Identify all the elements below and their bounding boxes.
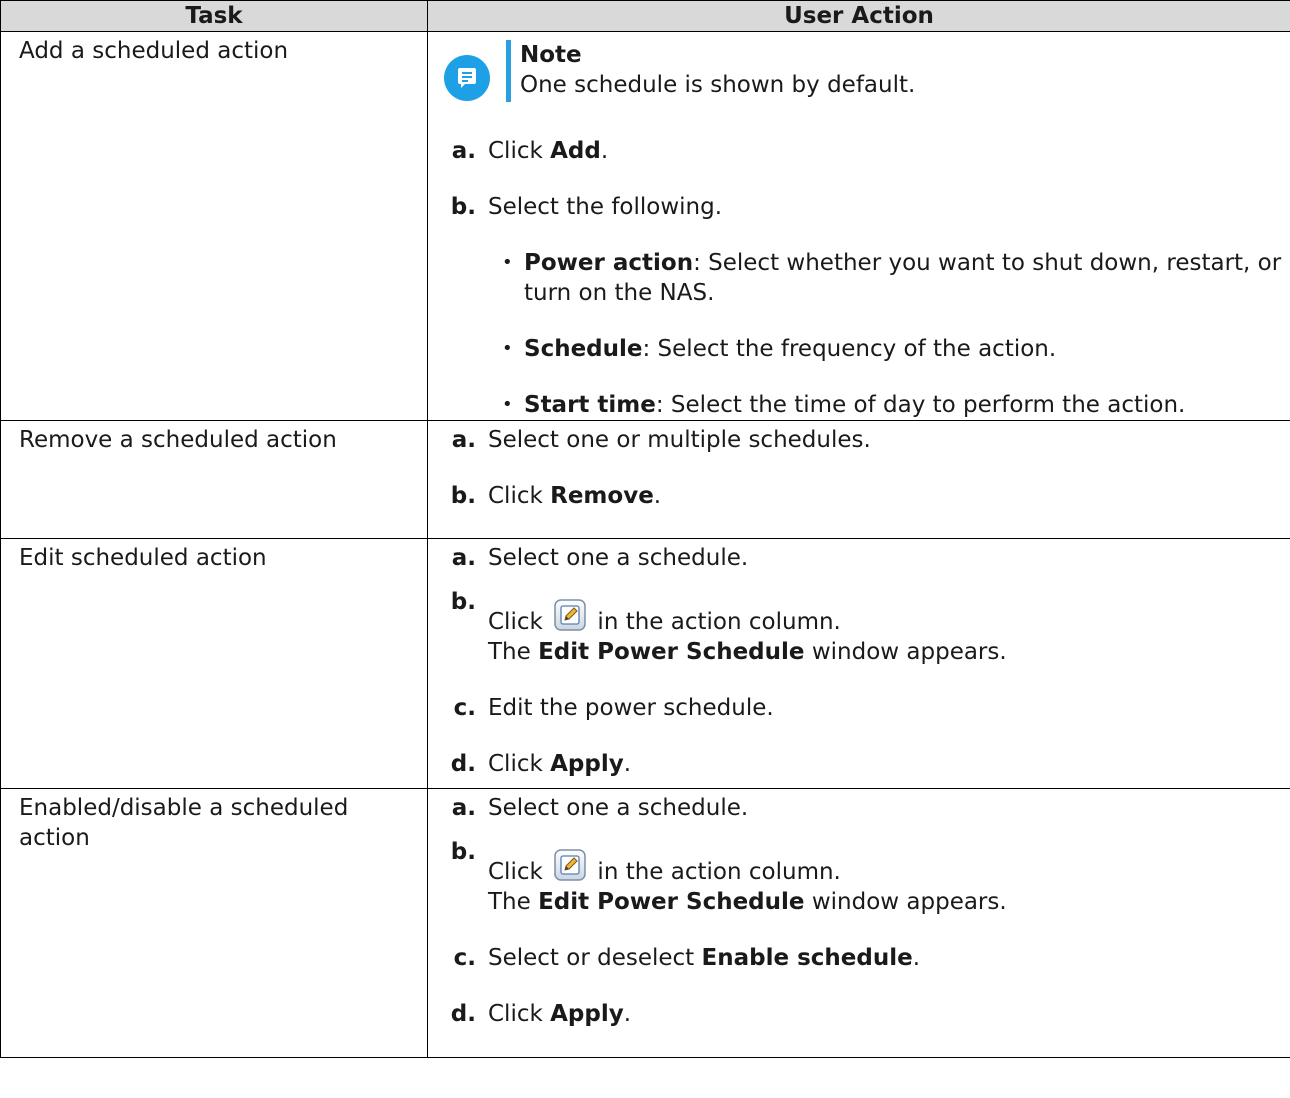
step-text: Click bbox=[488, 751, 551, 777]
step-a: a. Click Add. bbox=[442, 136, 1286, 166]
task-action-table: Task User Action Add a scheduled action bbox=[0, 0, 1290, 1058]
note-box: Note One schedule is shown by default. bbox=[444, 40, 1286, 102]
add-keyword: Add bbox=[550, 138, 601, 164]
step-text: Click bbox=[488, 483, 551, 509]
step-text: Click bbox=[488, 138, 551, 164]
apply-keyword: Apply bbox=[550, 1001, 624, 1027]
table-row: Remove a scheduled action a. Select one … bbox=[0, 420, 1290, 539]
step-text: The bbox=[488, 889, 539, 915]
list-item: • Schedule: Select the frequency of the a… bbox=[502, 336, 1057, 362]
step-text: Edit the power schedule. bbox=[488, 695, 774, 721]
step-d: d. Click Apply. bbox=[442, 999, 1286, 1029]
table-header-row: Task User Action bbox=[0, 0, 1290, 32]
step-text: . bbox=[912, 945, 921, 971]
header-user-action: User Action bbox=[427, 0, 1290, 32]
step-text: The bbox=[488, 639, 539, 665]
step-label: a. bbox=[451, 545, 476, 571]
note-title: Note bbox=[520, 42, 582, 68]
step-text: Click bbox=[488, 859, 551, 885]
task-cell: Edit scheduled action bbox=[0, 538, 428, 789]
task-cell: Add a scheduled action bbox=[0, 31, 428, 421]
step-text: Select one a schedule. bbox=[488, 545, 749, 571]
step-text: Select the following. bbox=[488, 194, 723, 220]
option-desc: : Select the frequency of the action. bbox=[642, 336, 1057, 362]
step-a: a. Select one a schedule. bbox=[442, 543, 1286, 573]
note-icon bbox=[444, 55, 490, 101]
step-label: b. bbox=[450, 839, 476, 865]
table-row: Edit scheduled action a. Select one a sc… bbox=[0, 538, 1290, 789]
step-label: c. bbox=[453, 695, 476, 721]
step-text: . bbox=[623, 1001, 632, 1027]
step-label: b. bbox=[450, 483, 476, 509]
option-desc: : Select the time of day to perform the … bbox=[655, 392, 1186, 418]
step-text: Select one a schedule. bbox=[488, 795, 749, 821]
step-label: d. bbox=[450, 751, 476, 777]
list-item: • Start time: Select the time of day to p… bbox=[502, 392, 1186, 418]
option-name: Power action bbox=[524, 250, 694, 276]
table-row: Add a scheduled action Note One schedule… bbox=[0, 31, 1290, 421]
step-b: b. Click in the action column. The Edit … bbox=[442, 589, 1286, 667]
step-text: in the action column. bbox=[590, 609, 841, 635]
step-text: in the action column. bbox=[590, 859, 841, 885]
option-name: Schedule bbox=[524, 336, 643, 362]
step-text: . bbox=[623, 751, 632, 777]
window-name: Edit Power Schedule bbox=[538, 889, 805, 915]
task-cell: Remove a scheduled action bbox=[0, 420, 428, 539]
action-cell: a. Select one a schedule. b. Click in th… bbox=[427, 788, 1290, 1058]
step-label: b. bbox=[450, 194, 476, 220]
step-text: . bbox=[600, 138, 609, 164]
action-cell: a. Select one a schedule. b. Click in th… bbox=[427, 538, 1290, 789]
step-text: window appears. bbox=[804, 889, 1007, 915]
action-cell: Note One schedule is shown by default. a… bbox=[427, 31, 1290, 421]
edit-pencil-icon bbox=[554, 849, 586, 881]
option-list: • Power action: Select whether you want t… bbox=[442, 248, 1286, 420]
step-text: Click bbox=[488, 609, 551, 635]
step-b: b. Select the following. bbox=[442, 192, 1286, 222]
step-c: c. Select or deselect Enable schedule. bbox=[442, 943, 1286, 973]
table-row: Enabled/disable a scheduled action a. Se… bbox=[0, 788, 1290, 1058]
step-b: b. Click Remove. bbox=[442, 481, 1286, 511]
option-name: Start time bbox=[524, 392, 656, 418]
step-label: d. bbox=[450, 1001, 476, 1027]
step-label: a. bbox=[451, 795, 476, 821]
task-cell: Enabled/disable a scheduled action bbox=[0, 788, 428, 1058]
note-content: Note One schedule is shown by default. bbox=[520, 40, 915, 100]
step-a: a. Select one a schedule. bbox=[442, 793, 1286, 823]
step-b: b. Click in the action column. The Edit … bbox=[442, 839, 1286, 917]
note-divider bbox=[506, 40, 511, 102]
enable-schedule-keyword: Enable schedule bbox=[701, 945, 913, 971]
remove-keyword: Remove bbox=[550, 483, 654, 509]
step-text: Click bbox=[488, 1001, 551, 1027]
action-cell: a. Select one or multiple schedules. b. … bbox=[427, 420, 1290, 539]
step-text: Select one or multiple schedules. bbox=[488, 427, 871, 453]
step-c: c. Edit the power schedule. bbox=[442, 693, 1286, 723]
step-label: c. bbox=[453, 945, 476, 971]
step-text: . bbox=[653, 483, 662, 509]
step-label: b. bbox=[450, 589, 476, 615]
step-text: window appears. bbox=[804, 639, 1007, 665]
list-item: • Power action: Select whether you want t… bbox=[502, 250, 1282, 306]
step-a: a. Select one or multiple schedules. bbox=[442, 425, 1286, 455]
apply-keyword: Apply bbox=[550, 751, 624, 777]
step-d: d. Click Apply. bbox=[442, 749, 1286, 779]
header-task: Task bbox=[0, 0, 428, 32]
edit-pencil-icon bbox=[554, 599, 586, 631]
step-label: a. bbox=[451, 427, 476, 453]
window-name: Edit Power Schedule bbox=[538, 639, 805, 665]
step-text: Select or deselect bbox=[488, 945, 702, 971]
step-label: a. bbox=[451, 138, 476, 164]
note-text: One schedule is shown by default. bbox=[520, 72, 916, 98]
